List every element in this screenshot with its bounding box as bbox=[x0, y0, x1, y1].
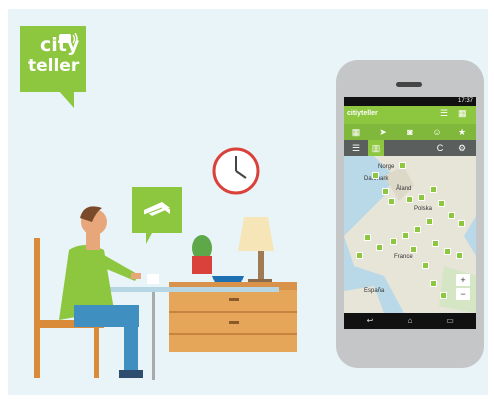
map-pin[interactable] bbox=[430, 280, 437, 287]
map-pin[interactable] bbox=[388, 198, 395, 205]
status-time: 17:37 bbox=[457, 98, 473, 104]
map-pin[interactable] bbox=[356, 252, 363, 259]
map-pin[interactable] bbox=[440, 292, 447, 299]
map-label-polska: Polska bbox=[414, 206, 433, 212]
cactus-plant bbox=[192, 235, 212, 274]
map-pin[interactable] bbox=[456, 252, 463, 259]
zoom-in-button[interactable]: + bbox=[456, 274, 470, 286]
map-pin[interactable] bbox=[399, 162, 406, 169]
phone-speaker bbox=[396, 82, 422, 87]
refresh-icon[interactable]: C bbox=[432, 140, 448, 156]
status-bar: 17:37 bbox=[344, 97, 476, 106]
map-icon[interactable]: ▥ bbox=[368, 140, 384, 156]
wooden-desk bbox=[169, 282, 297, 352]
map-pin[interactable] bbox=[458, 220, 465, 227]
wall-clock-icon bbox=[212, 147, 260, 195]
book-speech-bubble bbox=[132, 187, 182, 244]
app-title: citiyteller bbox=[347, 110, 378, 117]
zoom-out-button[interactable]: − bbox=[456, 288, 470, 300]
menu-icon[interactable]: ☰ bbox=[440, 108, 448, 119]
view-toolbar: ☰ ▥ C ⚙ bbox=[344, 140, 476, 156]
person-icon[interactable]: ☺ bbox=[429, 124, 445, 140]
map-pin[interactable] bbox=[444, 248, 451, 255]
locate-arrow-icon[interactable]: ➤ bbox=[375, 124, 391, 140]
map-label-aland: Åland bbox=[396, 186, 412, 192]
recent-apps-icon[interactable]: ▭ bbox=[440, 313, 460, 329]
map-pin[interactable] bbox=[410, 246, 417, 253]
map-pin[interactable] bbox=[372, 172, 379, 179]
map-pin[interactable] bbox=[430, 186, 437, 193]
android-nav-bar: ↩ ⌂ ▭ bbox=[344, 313, 476, 329]
map-pin[interactable] bbox=[390, 238, 397, 245]
logo-city-text: city bbox=[40, 34, 80, 56]
map-book-icon[interactable]: ▦ bbox=[458, 108, 467, 119]
map-pin[interactable] bbox=[438, 200, 445, 207]
promo-scene: city teller 17:37 citiyteller ☰ ▦ ▦ ➤ ◙ … bbox=[0, 0, 494, 404]
glass-table-top bbox=[104, 287, 279, 292]
map-pin[interactable] bbox=[414, 226, 421, 233]
star-map-icon[interactable]: ★ bbox=[454, 124, 470, 140]
camera-icon[interactable]: ◙ bbox=[402, 124, 418, 140]
map-label-norge: Norge bbox=[378, 164, 395, 170]
back-icon[interactable]: ↩ bbox=[360, 313, 380, 329]
map-pin[interactable] bbox=[382, 188, 389, 195]
table-lamp bbox=[238, 217, 274, 283]
map-pin[interactable] bbox=[402, 232, 409, 239]
map-pin[interactable] bbox=[406, 196, 413, 203]
main-toolbar: ▦ ➤ ◙ ☺ ★ bbox=[344, 124, 476, 140]
map-label-espana: España bbox=[364, 288, 385, 294]
map-pin[interactable] bbox=[418, 194, 425, 201]
map-view[interactable]: Åland Norge Danmark Polska France España bbox=[344, 156, 476, 313]
map-pin[interactable] bbox=[426, 218, 433, 225]
settings-icon[interactable]: ⚙ bbox=[454, 140, 470, 156]
map-pin[interactable] bbox=[376, 244, 383, 251]
reader-illustration bbox=[34, 147, 297, 380]
grid-icon[interactable]: ▦ bbox=[348, 124, 364, 140]
list-icon[interactable]: ☰ bbox=[348, 140, 364, 156]
map-pin[interactable] bbox=[364, 234, 371, 241]
map-pin[interactable] bbox=[432, 240, 439, 247]
logo-teller-text: teller bbox=[28, 56, 80, 76]
map-pin[interactable] bbox=[448, 212, 455, 219]
logo-speech-tail bbox=[58, 90, 74, 108]
map-label-france: France bbox=[394, 254, 413, 260]
home-icon[interactable]: ⌂ bbox=[400, 313, 420, 329]
phone-screen: 17:37 citiyteller ☰ ▦ ▦ ➤ ◙ ☺ ★ ☰ ▥ C ⚙ … bbox=[344, 97, 476, 329]
map-pin[interactable] bbox=[422, 262, 429, 269]
